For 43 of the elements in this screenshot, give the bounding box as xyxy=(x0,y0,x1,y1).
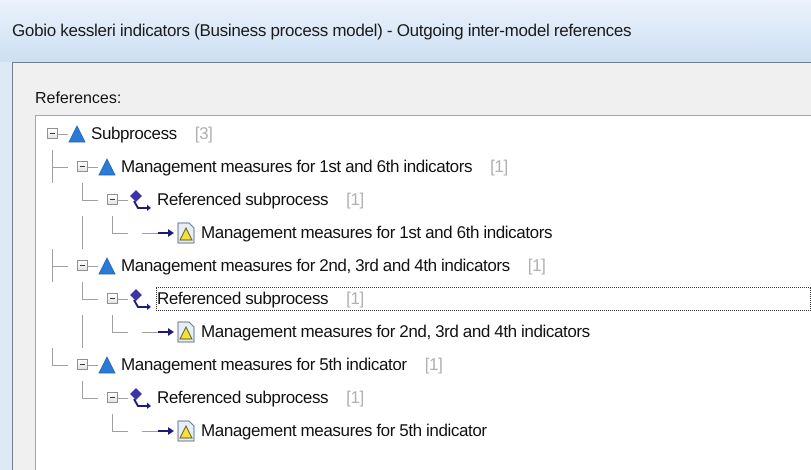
collapse-toggle[interactable] xyxy=(77,161,88,172)
item-label: Management measures for 2nd, 3rd and 4th indicators xyxy=(121,254,510,277)
item-count: [1] xyxy=(346,288,364,310)
diamond-arrow-icon xyxy=(128,288,152,310)
item-count: [1] xyxy=(346,188,364,211)
item-label: Referenced subprocess xyxy=(157,188,328,211)
item-label: Management measures for 1st and 6th indicators xyxy=(121,156,472,178)
collapse-toggle[interactable] xyxy=(107,392,118,403)
item-label: Management measures for 5th indicator xyxy=(121,354,407,376)
tree-item[interactable]: Referenced subprocess [1] xyxy=(156,386,373,410)
collapse-toggle[interactable] xyxy=(47,128,58,139)
document-warning-icon xyxy=(176,320,196,342)
collapse-toggle[interactable] xyxy=(107,293,118,304)
triangle-icon xyxy=(98,256,116,274)
collapse-toggle[interactable] xyxy=(107,194,118,205)
item-label: Subprocess xyxy=(91,122,177,145)
triangle-icon xyxy=(68,124,86,142)
item-count: [1] xyxy=(424,354,442,376)
tree-item[interactable]: Management measures for 2nd, 3rd and 4th indicators [1] xyxy=(120,254,554,278)
item-count: [1] xyxy=(346,386,364,409)
collapse-toggle[interactable] xyxy=(77,359,88,370)
triangle-icon xyxy=(98,356,116,374)
arrow-icon xyxy=(158,326,174,336)
item-count: [1] xyxy=(490,156,508,178)
triangle-icon xyxy=(98,158,116,176)
item-label: Referenced subprocess xyxy=(157,288,328,310)
arrow-icon xyxy=(158,228,174,238)
window-title: Gobio kessleri indicators (Business process model) - Outgoing inter-model references xyxy=(12,20,632,42)
tree-item[interactable]: Management measures for 5th indicator [1] xyxy=(120,352,452,376)
item-count: [1] xyxy=(528,254,546,277)
tree-item[interactable]: Subprocess [3] xyxy=(90,122,222,146)
references-label: References: xyxy=(35,89,122,109)
document-warning-icon xyxy=(176,420,196,442)
collapse-toggle[interactable] xyxy=(77,260,88,271)
tree-item[interactable]: Referenced subprocess [1] xyxy=(156,188,373,212)
arrow-icon xyxy=(158,426,174,436)
tree-item[interactable]: Referenced subprocess [1] xyxy=(156,286,811,310)
diamond-arrow-icon xyxy=(128,386,152,408)
diamond-arrow-icon xyxy=(128,188,152,210)
tree-item[interactable]: Management measures for 1st and 6th indicators [1] xyxy=(120,154,517,178)
document-warning-icon xyxy=(176,222,196,244)
item-label: Referenced subprocess xyxy=(157,386,328,409)
item-count: [3] xyxy=(194,122,212,145)
